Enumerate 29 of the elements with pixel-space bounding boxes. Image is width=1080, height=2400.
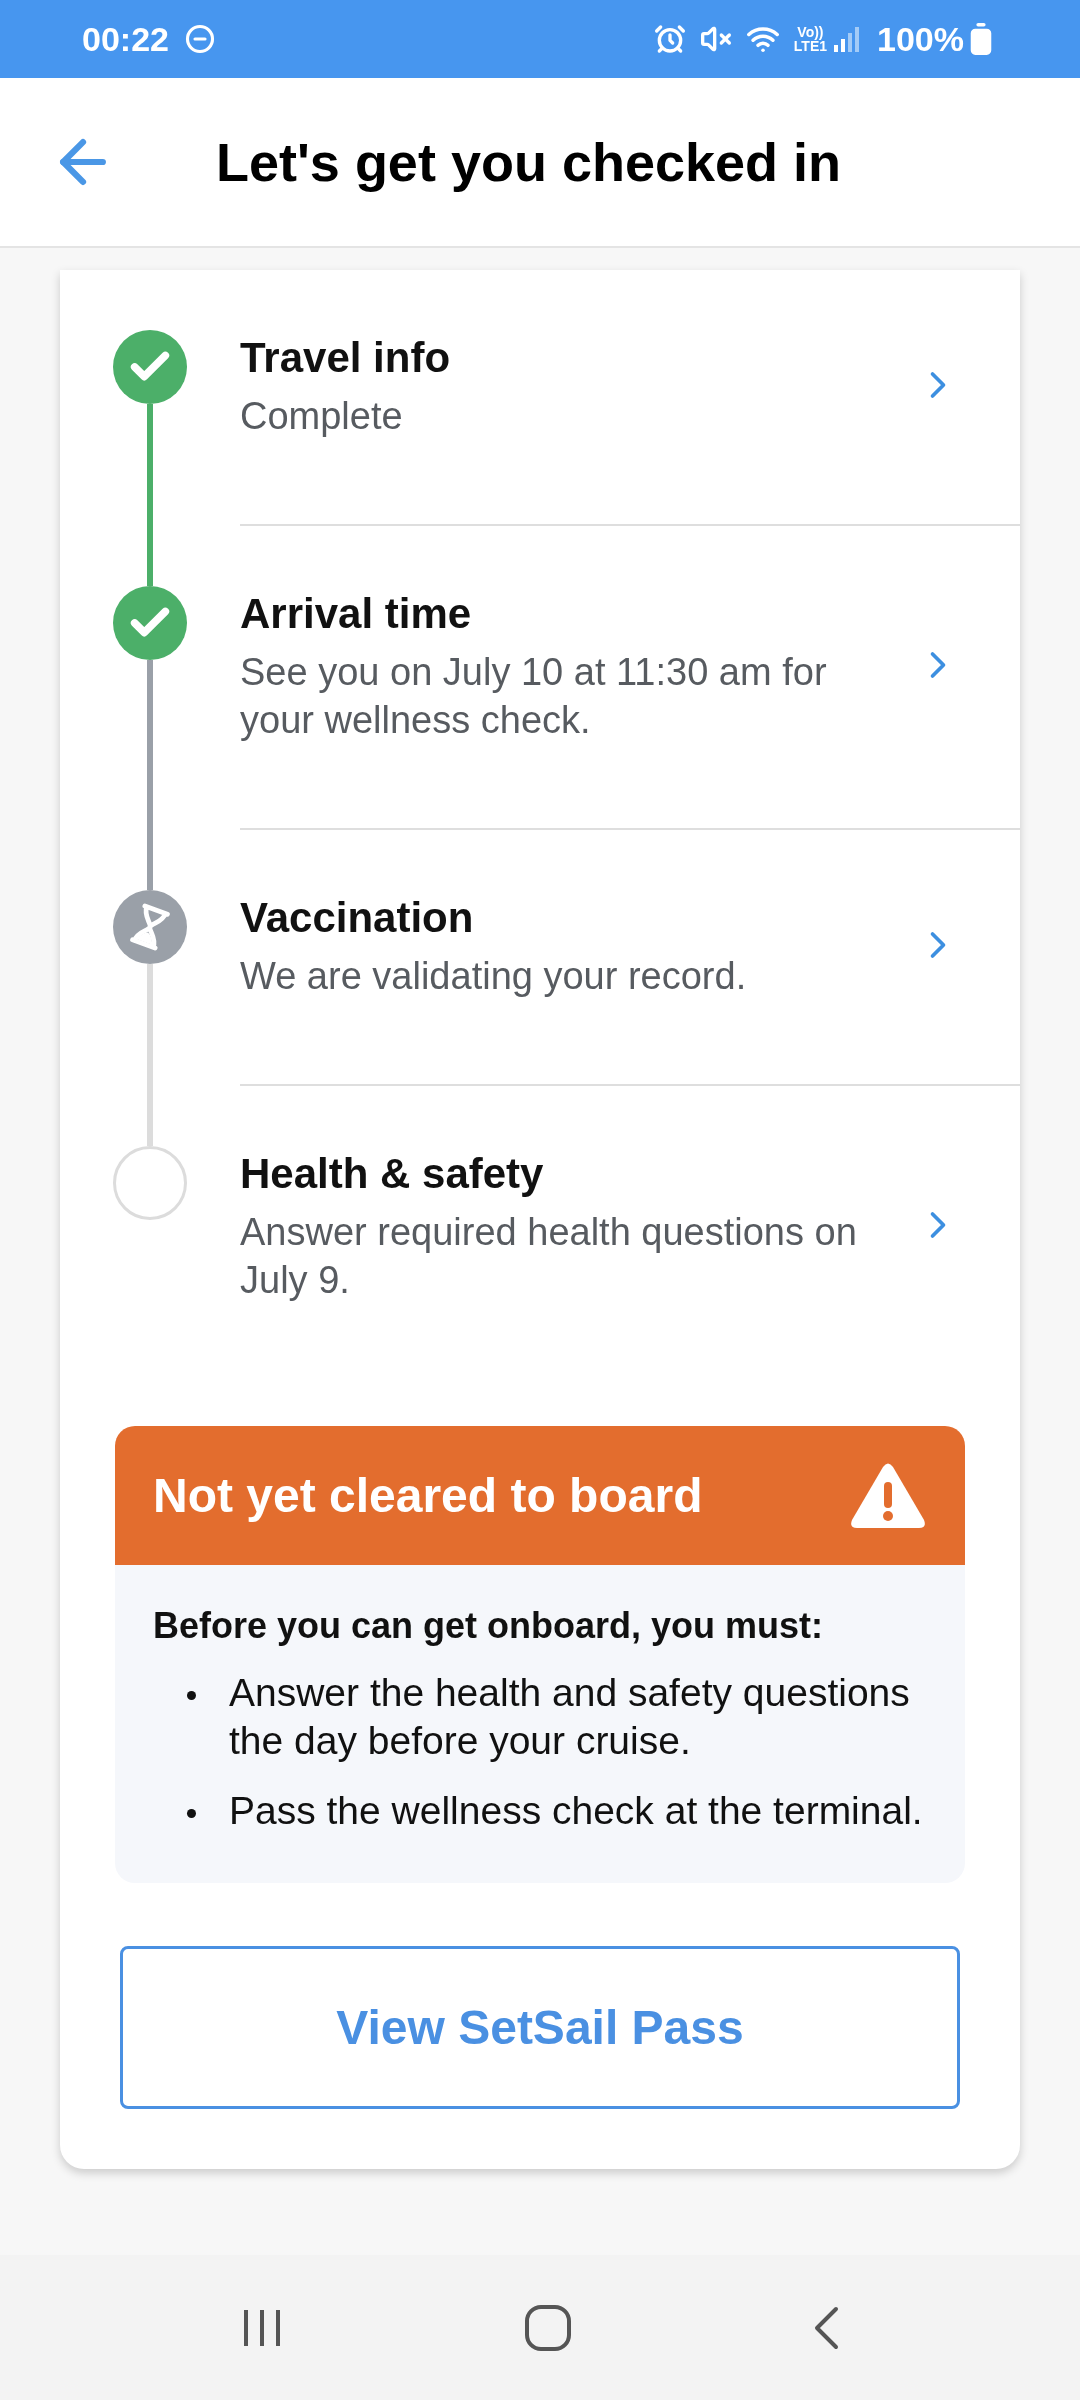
step-status-text: See you on July 10 at 11:30 am for your wellness check.	[240, 650, 828, 743]
warning-icon	[849, 1461, 927, 1530]
battery-level: 100%	[877, 18, 964, 60]
alert-title: Not yet cleared to board	[153, 1467, 704, 1524]
requirement-text: Pass the wellness check at the terminal.	[229, 1788, 923, 1834]
alarm-icon	[653, 23, 686, 55]
home-icon[interactable]	[524, 2303, 572, 2352]
step-title: Arrival time	[240, 589, 473, 639]
step-title: Travel info	[240, 333, 452, 383]
step-row[interactable]: Arrival time See you on July 10 at 11:30 am for your wellness check.	[240, 526, 1020, 830]
step-status-text: Answer required health questions on July 9.	[240, 1210, 858, 1303]
requirement-text: Answer the health and safety questions the day before your cruise.	[229, 1670, 911, 1764]
alert-intro: Before you can get onboard, you must:	[153, 1605, 825, 1647]
do-not-disturb-icon	[184, 24, 215, 54]
bullet-icon	[186, 1809, 196, 1818]
signal-icon	[833, 25, 860, 53]
step-title: Health & safety	[240, 1149, 545, 1199]
network-label: LTE1	[793, 39, 828, 53]
step-row[interactable]: Travel info Complete	[240, 270, 1020, 526]
step-row[interactable]: Vaccination We are validating your record.	[240, 830, 1020, 1086]
step-status-text: We are validating your record.	[240, 954, 748, 999]
volte-label: Vo))	[797, 25, 824, 39]
page-title: Let's get you checked in	[216, 130, 841, 194]
step-title: Vaccination	[240, 893, 475, 943]
step-status-text: Complete	[240, 394, 404, 439]
bullet-icon	[186, 1691, 196, 1700]
back-icon[interactable]	[812, 2305, 840, 2350]
clock-time: 00:22	[82, 18, 169, 60]
step-row[interactable]: Health & safety Answer required health questions on July 9.	[240, 1086, 1020, 1388]
